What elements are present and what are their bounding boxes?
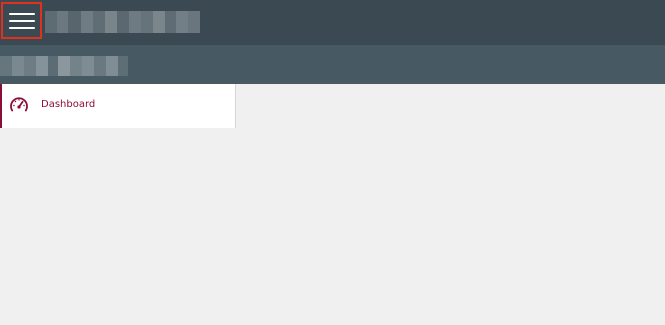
sub-header <box>0 45 665 84</box>
main-content <box>237 84 665 325</box>
app-title-redacted <box>45 11 200 33</box>
sidebar-item-dashboard[interactable]: Dashboard <box>2 84 236 128</box>
sidebar: Dashboard <box>0 84 236 128</box>
hamburger-menu-icon-line <box>9 27 35 29</box>
top-header <box>0 0 665 45</box>
sidebar-item-label: Dashboard <box>41 99 96 110</box>
hamburger-menu-icon-line <box>9 13 35 15</box>
hamburger-menu-button[interactable] <box>1 2 42 39</box>
hamburger-menu-icon-line <box>9 20 35 22</box>
speedometer-icon <box>9 95 29 115</box>
section-title-redacted <box>0 56 128 76</box>
